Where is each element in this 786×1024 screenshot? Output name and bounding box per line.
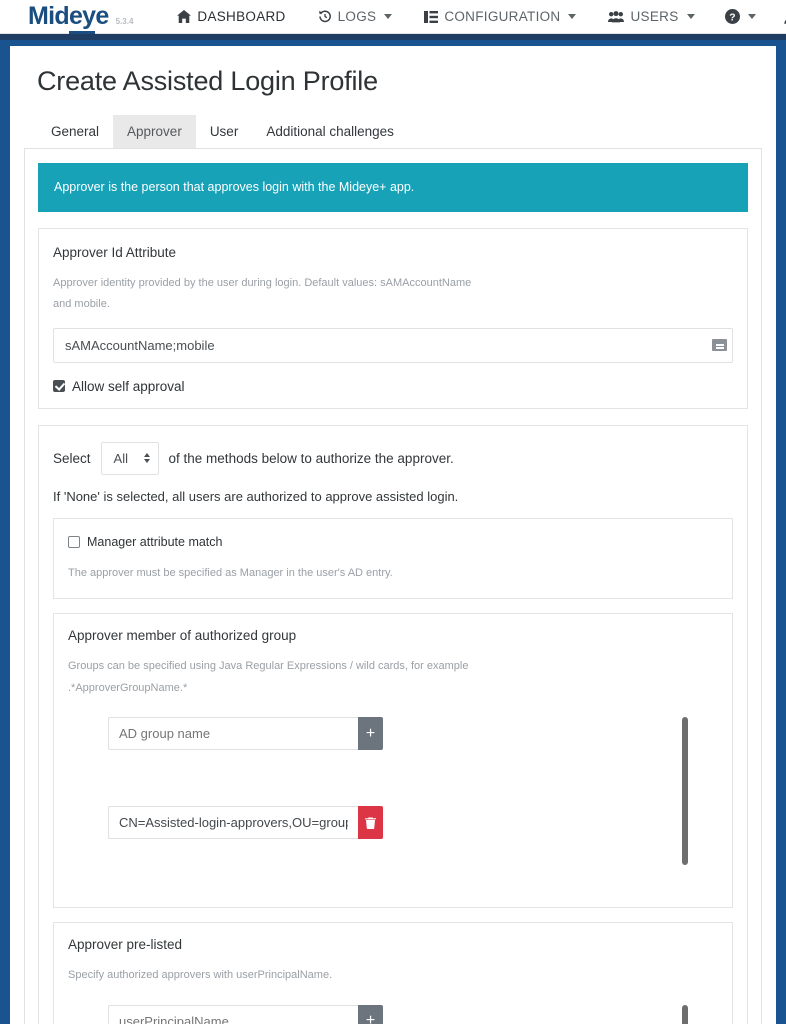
nav-item-logs[interactable]: LOGS xyxy=(302,5,409,28)
approver-id-attribute-input-wrap xyxy=(53,327,733,363)
authorized-group-add-row: + xyxy=(108,717,718,751)
top-navbar: Mideye 5.3.4 DASHBOARD LOGS CONFIGURATIO… xyxy=(0,0,786,34)
methods-select[interactable]: All xyxy=(100,441,159,475)
manager-attribute-match-help: The approver must be specified as Manage… xyxy=(68,566,393,579)
authorization-methods-panel: Select All of the methods below to autho… xyxy=(38,424,748,1024)
info-alert: Approver is the person that approves log… xyxy=(38,163,748,212)
approver-id-attribute-help: Approver identity provided by the user d… xyxy=(53,277,472,311)
approver-id-attribute-input[interactable] xyxy=(53,327,733,363)
pre-listed-add-button[interactable]: + xyxy=(358,1004,383,1024)
approver-id-attribute-title: Approver Id Attribute xyxy=(53,245,177,260)
home-icon xyxy=(177,10,192,23)
page-frame: Create Assisted Login Profile General Ap… xyxy=(0,40,786,1024)
methods-select-value: All xyxy=(113,450,128,466)
brand-name: Mideye xyxy=(28,2,109,34)
chevron-down-icon xyxy=(384,14,393,19)
nav-item-account[interactable] xyxy=(770,6,786,28)
nav-label-logs: LOGS xyxy=(337,9,377,24)
main-nav: DASHBOARD LOGS CONFIGURATION USERS xyxy=(161,5,710,28)
tab-bar: General Approver User Additional challen… xyxy=(24,115,762,148)
authorized-group-scrollbar[interactable] xyxy=(682,717,688,866)
chevron-down-icon xyxy=(686,14,695,19)
pre-listed-add-row: + xyxy=(108,1004,718,1024)
nav-item-configuration[interactable]: CONFIGURATION xyxy=(408,5,592,28)
chevron-down-icon xyxy=(747,14,756,19)
authorized-group-entry-input[interactable] xyxy=(108,806,358,840)
nav-label-dashboard: DASHBOARD xyxy=(197,9,286,24)
tab-user[interactable]: User xyxy=(196,115,253,148)
pre-listed-panel: Approver pre-listed Specify authorized a… xyxy=(53,922,733,1024)
nav-right-group: ? xyxy=(711,5,786,28)
authorized-group-title: Approver member of authorized group xyxy=(68,628,297,644)
approver-tab-panel: Approver is the person that approves log… xyxy=(24,148,762,1024)
brand-version: 5.3.4 xyxy=(115,17,134,26)
approver-id-attribute-panel: Approver Id Attribute Approver identity … xyxy=(38,228,748,409)
methods-note: If 'None' is selected, all users are aut… xyxy=(53,488,459,504)
tab-general[interactable]: General xyxy=(37,115,113,148)
authorized-group-panel: Approver member of authorized group Grou… xyxy=(53,613,733,909)
nav-item-dashboard[interactable]: DASHBOARD xyxy=(161,5,301,28)
allow-self-approval-checkbox[interactable] xyxy=(53,380,65,393)
methods-select-prefix: Select xyxy=(53,450,91,466)
brand-name-part2: ey xyxy=(68,2,96,34)
brand-name-part3: e xyxy=(95,2,109,30)
nav-label-users: USERS xyxy=(630,9,679,24)
authorized-group-entry-row xyxy=(108,806,718,840)
list-icon xyxy=(424,10,439,23)
nav-item-help[interactable]: ? xyxy=(711,5,770,28)
svg-text:?: ? xyxy=(729,12,736,23)
help-circle-icon: ? xyxy=(724,9,740,24)
brand-logo[interactable]: Mideye 5.3.4 xyxy=(28,2,134,34)
manager-attribute-match-row[interactable]: Manager attribute match xyxy=(68,535,718,549)
methods-select-suffix: of the methods below to authorize the ap… xyxy=(168,450,454,466)
manager-attribute-match-checkbox[interactable] xyxy=(68,535,80,548)
pre-listed-list: + xyxy=(68,1004,718,1024)
keyboard-input-icon[interactable] xyxy=(712,339,727,352)
manager-attribute-match-panel: Manager attribute match The approver mus… xyxy=(53,517,733,600)
nav-item-users[interactable]: USERS xyxy=(592,5,710,28)
chevron-down-icon xyxy=(568,14,577,19)
authorized-group-list: + xyxy=(68,717,718,895)
nav-label-configuration: CONFIGURATION xyxy=(444,9,561,24)
users-icon xyxy=(608,10,625,23)
authorized-group-delete-button[interactable] xyxy=(358,806,383,840)
tab-additional-challenges[interactable]: Additional challenges xyxy=(252,115,408,148)
allow-self-approval-label: Allow self approval xyxy=(72,378,185,394)
authorized-group-add-input[interactable] xyxy=(108,717,358,751)
history-icon xyxy=(318,10,332,23)
page-title: Create Assisted Login Profile xyxy=(37,66,378,96)
page-content: Create Assisted Login Profile General Ap… xyxy=(10,46,776,1024)
manager-attribute-match-label: Manager attribute match xyxy=(87,534,223,549)
authorized-group-add-button[interactable]: + xyxy=(358,717,383,751)
pre-listed-scrollbar[interactable] xyxy=(682,1004,688,1024)
pre-listed-help: Specify authorized approvers with userPr… xyxy=(68,969,333,982)
tab-approver[interactable]: Approver xyxy=(113,115,196,148)
allow-self-approval-row[interactable]: Allow self approval xyxy=(53,379,733,394)
pre-listed-add-input[interactable] xyxy=(108,1004,358,1024)
pre-listed-title: Approver pre-listed xyxy=(68,937,183,953)
authorized-group-help: Groups can be specified using Java Regul… xyxy=(68,660,469,694)
stepper-arrows-icon xyxy=(143,453,150,464)
brand-name-part1: Mid xyxy=(28,2,70,30)
methods-select-row: Select All of the methods below to autho… xyxy=(53,441,733,475)
trash-icon xyxy=(365,817,376,829)
